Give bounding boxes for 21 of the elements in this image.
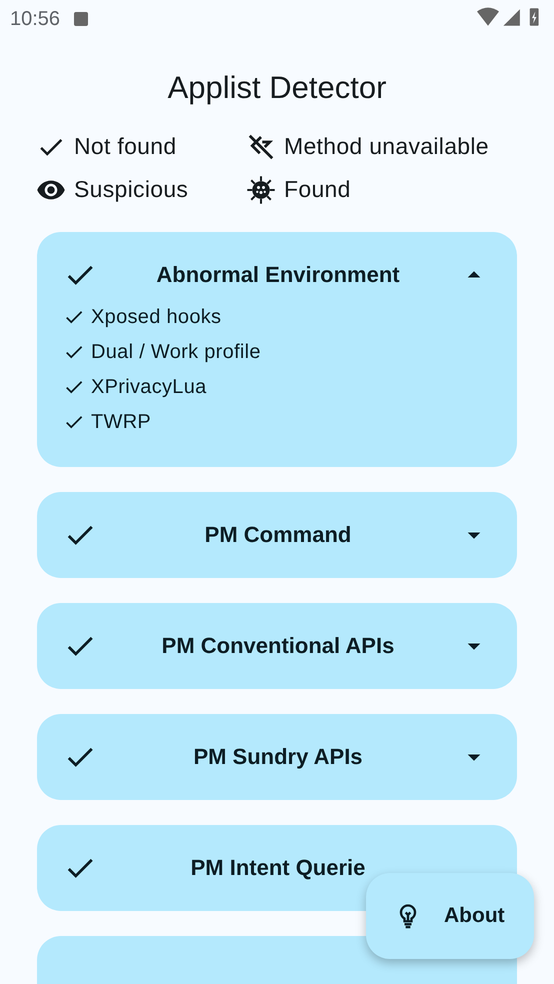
legend-label: Method unavailable [284,133,489,160]
virus-icon [246,174,276,204]
card-title: PM Conventional APIs [160,633,396,659]
card-title: PM Sundry APIs [192,744,364,770]
card-title: PM Command [204,522,352,548]
legend-label: Suspicious [74,176,188,203]
detection-item: Dual / Work profile [91,340,261,364]
app-title: Applist Detector [166,69,388,107]
detection-card[interactable]: PM Conventional APIs [37,603,517,689]
detection-card[interactable]: PM Command [37,492,517,578]
detection-item: Xposed hooks [91,306,222,328]
card-title: Abnormal Environment [155,262,401,288]
detection-item: TWRP [91,410,152,434]
clock-time: 10:56 [10,8,60,30]
detection-card[interactable]: Abnormal Environment Xposed hooks Dual / Work profile XPrivacyLua TWRP [37,232,517,467]
legend-label: Found [284,176,351,203]
card-title: PM Intent Querie [190,855,366,881]
legend-label: Not found [74,133,176,160]
detection-item: XPrivacyLua [91,376,207,398]
detection-card[interactable]: PM Sundry APIs [37,714,517,800]
about-button[interactable]: About [366,873,534,959]
